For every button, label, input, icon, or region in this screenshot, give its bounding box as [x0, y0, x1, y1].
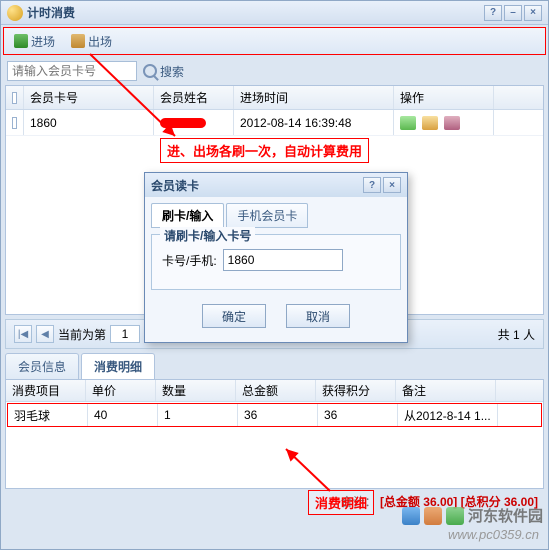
window-title: 计时消费 — [27, 4, 75, 21]
dcol-remark[interactable]: 备注 — [396, 380, 496, 401]
app-icon — [7, 5, 23, 21]
wm-icon-2 — [424, 507, 442, 525]
enter-button[interactable]: 进场 — [10, 31, 59, 52]
dcol-points[interactable]: 获得积分 — [316, 380, 396, 401]
dialog-tab-mobile[interactable]: 手机会员卡 — [226, 203, 308, 228]
row-time: 2012-08-14 16:39:48 — [234, 110, 394, 135]
dialog-fieldset: 请刷卡/输入卡号 卡号/手机: — [151, 234, 401, 290]
detail-table: 消费项目 单价 数量 总金额 获得积分 备注 羽毛球 40 1 36 36 从2… — [5, 379, 544, 489]
drow-amount: 36 — [238, 404, 318, 426]
op-edit-icon[interactable] — [400, 116, 416, 130]
pager-label: 当前为第 — [58, 326, 106, 343]
minimize-button[interactable]: – — [504, 5, 522, 21]
toolbar: 进场 出场 — [3, 27, 546, 55]
watermark: 河东软件园 — [402, 505, 543, 526]
enter-icon — [14, 34, 28, 48]
search-icon — [143, 64, 157, 78]
col-op[interactable]: 操作 — [394, 86, 494, 109]
table-row[interactable]: 1860 2012-08-14 16:39:48 — [6, 110, 543, 136]
help-button[interactable]: ? — [484, 5, 502, 21]
card-field-label: 卡号/手机: — [162, 252, 217, 269]
dcol-price[interactable]: 单价 — [86, 380, 156, 401]
annotation-detail: 消费明细 — [308, 490, 374, 515]
row-card: 1860 — [24, 110, 154, 135]
card-dialog: 会员读卡 ? × 刷卡/输入 手机会员卡 请刷卡/输入卡号 卡号/手机: 确定 … — [144, 172, 408, 343]
exit-button[interactable]: 出场 — [67, 31, 116, 52]
dcol-amount[interactable]: 总金额 — [236, 380, 316, 401]
row-name — [154, 110, 234, 135]
dcol-qty[interactable]: 数量 — [156, 380, 236, 401]
first-page-button[interactable]: |◀ — [14, 325, 32, 343]
exit-icon — [71, 34, 85, 48]
row-ops — [394, 110, 494, 135]
page-input[interactable] — [110, 325, 140, 343]
watermark-url: www.pc0359.cn — [448, 527, 539, 542]
wm-icon-3 — [446, 507, 464, 525]
drow-item: 羽毛球 — [8, 404, 88, 426]
dialog-help-button[interactable]: ? — [363, 177, 381, 193]
op-print-icon[interactable] — [422, 116, 438, 130]
search-button[interactable]: 搜索 — [143, 63, 184, 80]
dialog-titlebar: 会员读卡 ? × — [145, 173, 407, 197]
drow-remark: 从2012-8-14 1... — [398, 404, 498, 426]
checkbox-header[interactable] — [6, 86, 24, 109]
drow-price: 40 — [88, 404, 158, 426]
dcol-item[interactable]: 消费项目 — [6, 380, 86, 401]
dialog-title: 会员读卡 — [151, 177, 199, 194]
row-checkbox[interactable] — [6, 110, 24, 135]
close-button[interactable]: × — [524, 5, 542, 21]
watermark-text: 河东软件园 — [468, 505, 543, 526]
tab-member-info[interactable]: 会员信息 — [5, 353, 79, 379]
op-delete-icon[interactable] — [444, 116, 460, 130]
dialog-tab-swipe[interactable]: 刷卡/输入 — [151, 203, 224, 228]
drow-qty: 1 — [158, 404, 238, 426]
drow-points: 36 — [318, 404, 398, 426]
col-time[interactable]: 进场时间 — [234, 86, 394, 109]
exit-label: 出场 — [88, 33, 112, 50]
card-input[interactable] — [223, 249, 343, 271]
col-name[interactable]: 会员姓名 — [154, 86, 234, 109]
wm-icon-1 — [402, 507, 420, 525]
main-titlebar: 计时消费 ? – × — [1, 1, 548, 25]
prev-page-button[interactable]: ◀ — [36, 325, 54, 343]
annotation-swipe: 进、出场各刷一次，自动计算费用 — [160, 138, 369, 163]
dialog-legend: 请刷卡/输入卡号 — [160, 227, 255, 244]
dialog-close-button[interactable]: × — [383, 177, 401, 193]
detail-row[interactable]: 羽毛球 40 1 36 36 从2012-8-14 1... — [7, 403, 542, 427]
redacted-name — [160, 118, 206, 128]
cancel-button[interactable]: 取消 — [286, 304, 350, 328]
search-label: 搜索 — [160, 63, 184, 80]
tab-consume-detail[interactable]: 消费明细 — [81, 353, 155, 379]
pager-total: 共 1 人 — [498, 326, 535, 343]
search-input[interactable] — [7, 61, 137, 81]
enter-label: 进场 — [31, 33, 55, 50]
ok-button[interactable]: 确定 — [202, 304, 266, 328]
col-card[interactable]: 会员卡号 — [24, 86, 154, 109]
